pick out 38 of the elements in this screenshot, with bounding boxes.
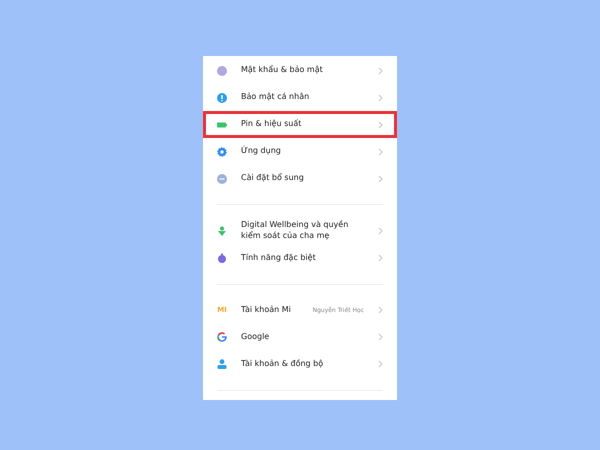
item-label: Ứng dụng [241,144,282,158]
chevron-icon [378,148,383,156]
settings-item[interactable]: Digital Wellbeing và quyền kiểm soát của cha mẹ [203,217,397,245]
chevron-icon [378,360,383,368]
chevron-icon [378,306,383,314]
item-label: Google [241,330,270,343]
google-icon [217,332,227,342]
more-icon [217,174,227,184]
item-label: Mật khẩu & bảo mật [241,64,324,76]
item-label: Tính năng đặc biệt [241,252,317,264]
chevron-icon [378,66,383,74]
settings-item[interactable]: Tính năng đặc biệt [203,244,397,272]
item-label: Digital Wellbeing và quyền kiểm soát của cha mẹ [241,219,350,242]
chevron-icon [378,120,383,128]
stopwatch-icon [217,253,227,264]
chevron-icon [378,174,383,182]
alert-icon [217,92,227,102]
settings-item[interactable]: Google [203,324,397,351]
chevron-icon [378,254,383,262]
settings-item[interactable]: Ứng dụng [203,138,397,165]
settings-item[interactable]: Cài đặt bổ sung [203,165,397,192]
chevron-icon [378,94,383,102]
highlighted-settings-item[interactable]: Pin & hiệu suất [203,111,397,138]
item-label: Bảo mật cá nhân [241,91,310,104]
item-label: Cài đặt bổ sung [241,172,305,184]
person-icon [217,359,227,370]
person-icon [217,226,227,236]
chevron-icon [378,226,383,235]
battery-icon [217,120,227,130]
circle-icon [217,66,227,76]
chevron-icon [378,333,383,342]
item-label: Pin & hiệu suất [241,118,302,130]
item-label: Tài khoản & đồng bộ [241,358,324,370]
settings-item[interactable]: Bảo mật cá nhân [203,84,397,111]
item-label: Tài khoản Mi [241,304,292,316]
gear-icon [217,146,227,156]
settings-item[interactable]: Mật khẩu & bảo mật [203,57,397,84]
settings-item[interactable]: Tài khoản & đồng bộ [203,350,397,378]
